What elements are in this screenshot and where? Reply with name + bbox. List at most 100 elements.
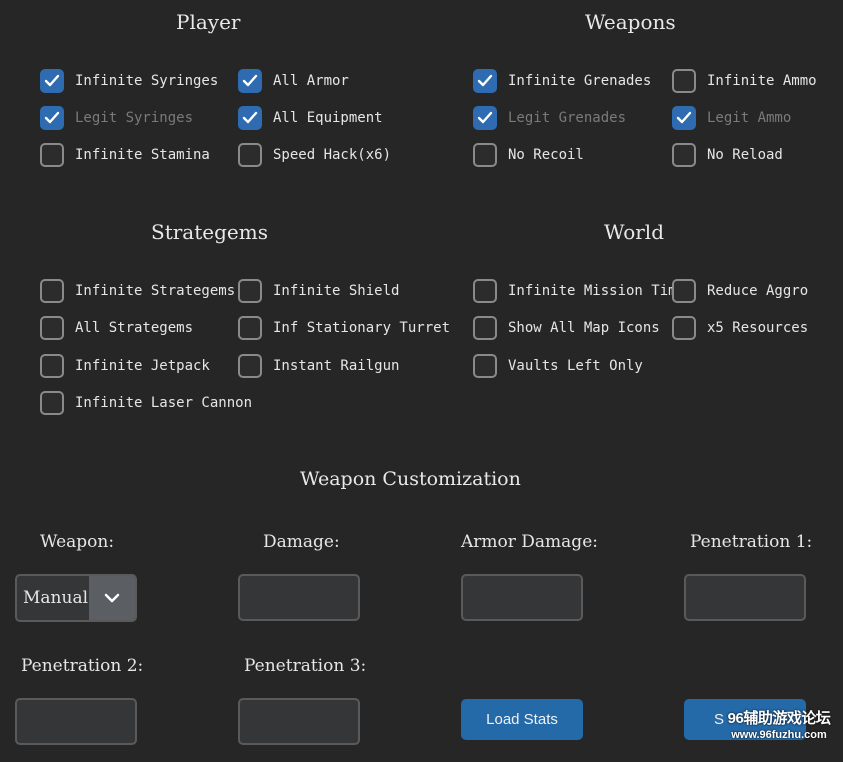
chevron-down-icon[interactable]: [89, 576, 135, 620]
checkbox-show-all-map-icons[interactable]: Show All Map Icons: [473, 314, 660, 342]
checkbox-infinite-grenades[interactable]: Infinite Grenades: [473, 67, 651, 95]
section-title-player: Player: [176, 10, 241, 34]
checkbox-label: Show All Map Icons: [508, 320, 660, 336]
checkbox-box[interactable]: [40, 106, 64, 130]
checkbox-box[interactable]: [672, 69, 696, 93]
checkbox-box[interactable]: [238, 316, 262, 340]
checkbox-instant-railgun[interactable]: Instant Railgun: [238, 352, 399, 380]
checkbox-box[interactable]: [672, 106, 696, 130]
section-title-strategems: Strategems: [151, 220, 268, 244]
checkbox-infinite-laser-cannon[interactable]: Infinite Laser Cannon: [40, 389, 252, 417]
checkbox-legit-grenades[interactable]: Legit Grenades: [473, 104, 626, 132]
checkbox-label: Infinite Strategems: [75, 283, 236, 299]
checkbox-vaults-left-only[interactable]: Vaults Left Only: [473, 352, 643, 380]
checkbox-no-reload[interactable]: No Reload: [672, 141, 783, 169]
checkbox-label: Infinite Grenades: [508, 73, 652, 89]
check-icon: [44, 74, 60, 87]
checkbox-label: All Equipment: [273, 110, 383, 126]
checkbox-label: Infinite Jetpack: [75, 358, 210, 374]
checkbox-label: No Recoil: [508, 147, 584, 163]
checkbox-label: Instant Railgun: [273, 358, 400, 374]
checkbox-x5-resources[interactable]: x5 Resources: [672, 314, 808, 342]
section-title-weapon-customization: Weapon Customization: [300, 468, 521, 490]
damage-label: Damage:: [263, 532, 340, 552]
checkbox-inf-stationary-turret[interactable]: Inf Stationary Turret: [238, 314, 450, 342]
penetration2-label: Penetration 2:: [21, 656, 144, 676]
checkbox-box[interactable]: [40, 316, 64, 340]
checkbox-speed-hack[interactable]: Speed Hack(x6): [238, 141, 391, 169]
checkbox-box[interactable]: [238, 354, 262, 378]
checkbox-label: Infinite Stamina: [75, 147, 210, 163]
checkbox-infinite-jetpack[interactable]: Infinite Jetpack: [40, 352, 210, 380]
checkbox-label: No Reload: [707, 147, 783, 163]
penetration2-input[interactable]: [15, 698, 137, 745]
checkbox-box[interactable]: [40, 354, 64, 378]
penetration3-input[interactable]: [238, 698, 360, 745]
check-icon: [676, 111, 692, 124]
checkbox-infinite-mission-time[interactable]: Infinite Mission Time: [473, 277, 674, 305]
checkbox-box[interactable]: [672, 279, 696, 303]
checkbox-box[interactable]: [40, 143, 64, 167]
checkbox-label: Speed Hack(x6): [273, 147, 392, 163]
checkbox-infinite-shield[interactable]: Infinite Shield: [238, 277, 399, 305]
load-stats-button[interactable]: Load Stats: [461, 699, 583, 740]
check-icon: [44, 111, 60, 124]
penetration1-input[interactable]: [684, 574, 806, 621]
checkbox-legit-ammo[interactable]: Legit Ammo: [672, 104, 791, 132]
weapon-select[interactable]: Manual: [15, 574, 137, 622]
checkbox-label: Legit Syringes: [75, 110, 194, 126]
checkbox-label: Reduce Aggro: [707, 283, 809, 299]
armor-damage-label: Armor Damage:: [461, 532, 598, 552]
penetration3-label: Penetration 3:: [244, 656, 367, 676]
checkbox-infinite-ammo[interactable]: Infinite Ammo: [672, 67, 817, 95]
set-stats-button[interactable]: S: [684, 699, 806, 740]
checkbox-label: Inf Stationary Turret: [273, 320, 451, 336]
checkbox-no-recoil[interactable]: No Recoil: [473, 141, 584, 169]
checkbox-label: x5 Resources: [707, 320, 809, 336]
section-title-weapons: Weapons: [585, 10, 676, 34]
checkbox-infinite-syringes[interactable]: Infinite Syringes: [40, 67, 218, 95]
checkbox-box[interactable]: [473, 106, 497, 130]
checkbox-legit-syringes[interactable]: Legit Syringes: [40, 104, 193, 132]
checkbox-box[interactable]: [473, 143, 497, 167]
checkbox-box[interactable]: [473, 69, 497, 93]
checkbox-box[interactable]: [40, 391, 64, 415]
check-icon: [242, 111, 258, 124]
checkbox-box[interactable]: [672, 316, 696, 340]
checkbox-label: All Strategems: [75, 320, 194, 336]
section-title-world: World: [604, 220, 664, 244]
checkbox-box[interactable]: [473, 279, 497, 303]
checkbox-infinite-strategems[interactable]: Infinite Strategems: [40, 277, 235, 305]
checkbox-box[interactable]: [473, 354, 497, 378]
checkbox-infinite-stamina[interactable]: Infinite Stamina: [40, 141, 210, 169]
checkbox-all-strategems[interactable]: All Strategems: [40, 314, 193, 342]
weapon-label: Weapon:: [40, 532, 115, 552]
checkbox-label: All Armor: [273, 73, 349, 89]
checkbox-label: Infinite Syringes: [75, 73, 219, 89]
checkbox-label: Legit Grenades: [508, 110, 627, 126]
checkbox-box[interactable]: [40, 279, 64, 303]
checkbox-label: Infinite Mission Time: [508, 283, 674, 299]
check-icon: [477, 111, 493, 124]
checkbox-reduce-aggro[interactable]: Reduce Aggro: [672, 277, 808, 305]
check-icon: [477, 74, 493, 87]
checkbox-box[interactable]: [40, 69, 64, 93]
checkbox-label: Infinite Laser Cannon: [75, 395, 253, 411]
checkbox-label: Legit Ammo: [707, 110, 792, 126]
checkbox-box[interactable]: [238, 106, 262, 130]
checkbox-label: Infinite Ammo: [707, 73, 817, 89]
checkbox-box[interactable]: [672, 143, 696, 167]
checkbox-box[interactable]: [238, 279, 262, 303]
checkbox-label: Infinite Shield: [273, 283, 400, 299]
check-icon: [242, 74, 258, 87]
checkbox-box[interactable]: [238, 143, 262, 167]
checkbox-label: Vaults Left Only: [508, 358, 643, 374]
damage-input[interactable]: [238, 574, 360, 621]
checkbox-box[interactable]: [473, 316, 497, 340]
checkbox-all-equipment[interactable]: All Equipment: [238, 104, 383, 132]
checkbox-box[interactable]: [238, 69, 262, 93]
penetration1-label: Penetration 1:: [690, 532, 813, 552]
checkbox-all-armor[interactable]: All Armor: [238, 67, 349, 95]
armor-damage-input[interactable]: [461, 574, 583, 621]
weapon-select-value: Manual: [23, 588, 89, 608]
